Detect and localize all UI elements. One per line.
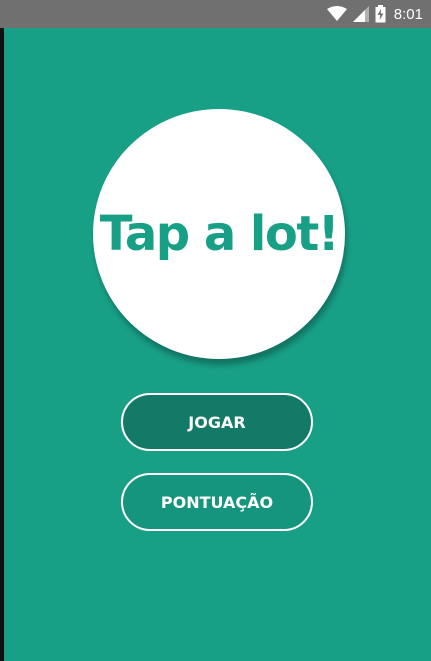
status-time: 8:01 — [393, 5, 423, 23]
app-logo-text: Tap a lot! — [99, 206, 340, 262]
score-button[interactable]: PONTUAÇÃO — [121, 473, 313, 531]
app-screen: 8:01 Tap a lot! JOGAR PONTUAÇÃO — [0, 0, 431, 661]
logo-circle: Tap a lot! — [93, 109, 345, 359]
cell-signal-icon — [352, 6, 369, 22]
play-button[interactable]: JOGAR — [121, 393, 313, 451]
battery-charging-icon — [375, 5, 386, 23]
wifi-icon — [326, 6, 347, 22]
status-bar: 8:01 — [0, 0, 431, 28]
screen-edge — [0, 0, 4, 661]
status-icons: 8:01 — [326, 0, 423, 28]
